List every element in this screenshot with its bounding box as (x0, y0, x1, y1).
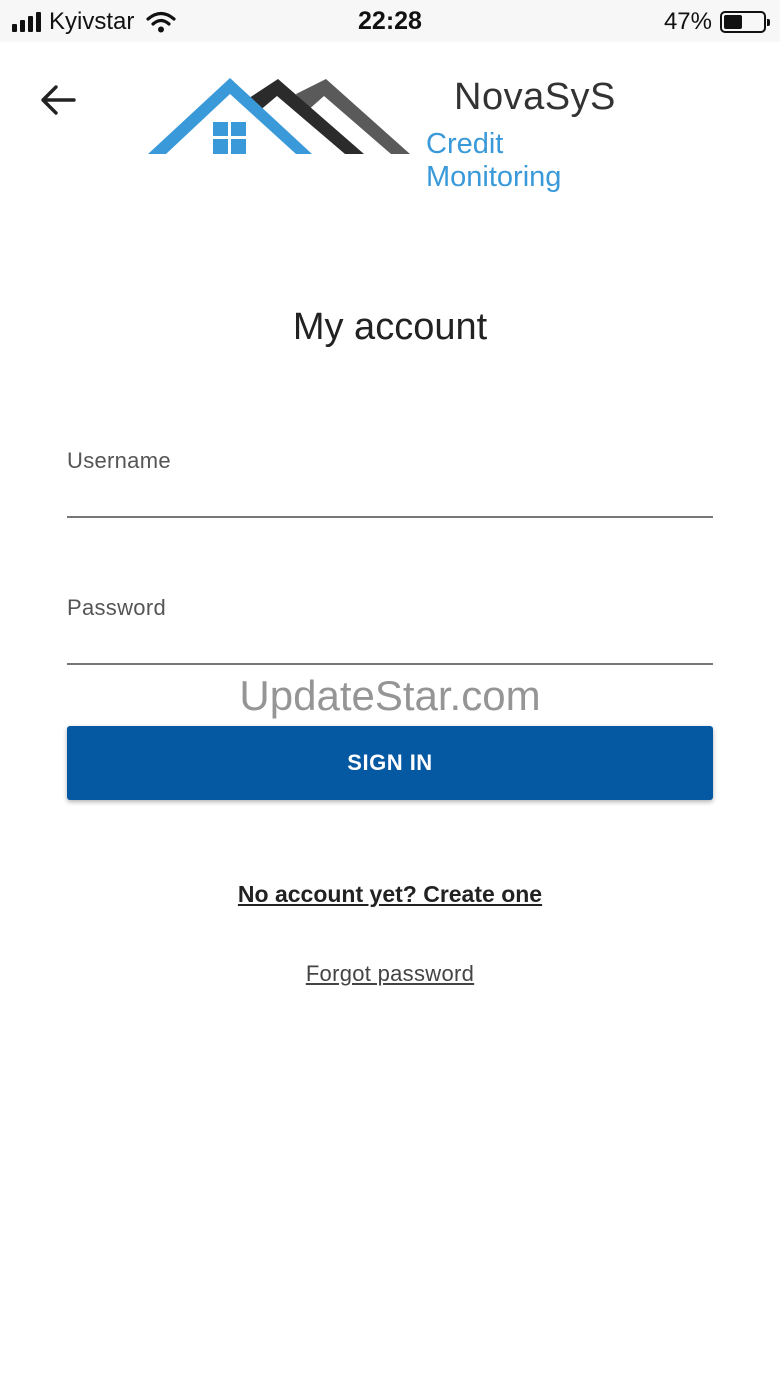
battery-tip (767, 19, 770, 26)
signal-icon (12, 12, 41, 32)
username-input[interactable] (67, 478, 713, 514)
status-bar: Kyivstar 22:28 47% (0, 0, 780, 42)
username-field[interactable]: Username (67, 448, 713, 518)
username-label: Username (67, 448, 171, 473)
wifi-icon (146, 11, 176, 33)
status-left: Kyivstar (12, 8, 176, 36)
password-field[interactable]: Password (67, 595, 713, 665)
create-account-link[interactable]: No account yet? Create one (0, 881, 780, 908)
brand-logo: NovaSyS Credit Monitoring (146, 74, 646, 193)
brand-tagline: Credit Monitoring (426, 128, 562, 193)
battery-level (724, 15, 742, 29)
password-input[interactable] (67, 625, 713, 661)
login-screen: Kyivstar 22:28 47% NovaSyS Credit Monito… (0, 0, 780, 1387)
watermark: UpdateStar.com (239, 672, 541, 719)
forgot-password-link[interactable]: Forgot password (0, 961, 780, 987)
back-button[interactable] (34, 78, 82, 122)
house-roof-logo-icon (148, 78, 410, 154)
password-underline (67, 663, 713, 665)
arrow-left-icon (41, 85, 76, 115)
username-underline (67, 516, 713, 518)
page-title: My account (292, 306, 488, 348)
battery-icon (720, 11, 770, 33)
password-label: Password (67, 595, 166, 620)
carrier-name: Kyivstar (49, 8, 135, 35)
status-right: 47% (663, 8, 770, 36)
sign-in-button[interactable]: SIGN IN (67, 726, 713, 800)
brand-name: NovaSyS (454, 76, 616, 118)
battery-percent: 47% (663, 8, 712, 35)
